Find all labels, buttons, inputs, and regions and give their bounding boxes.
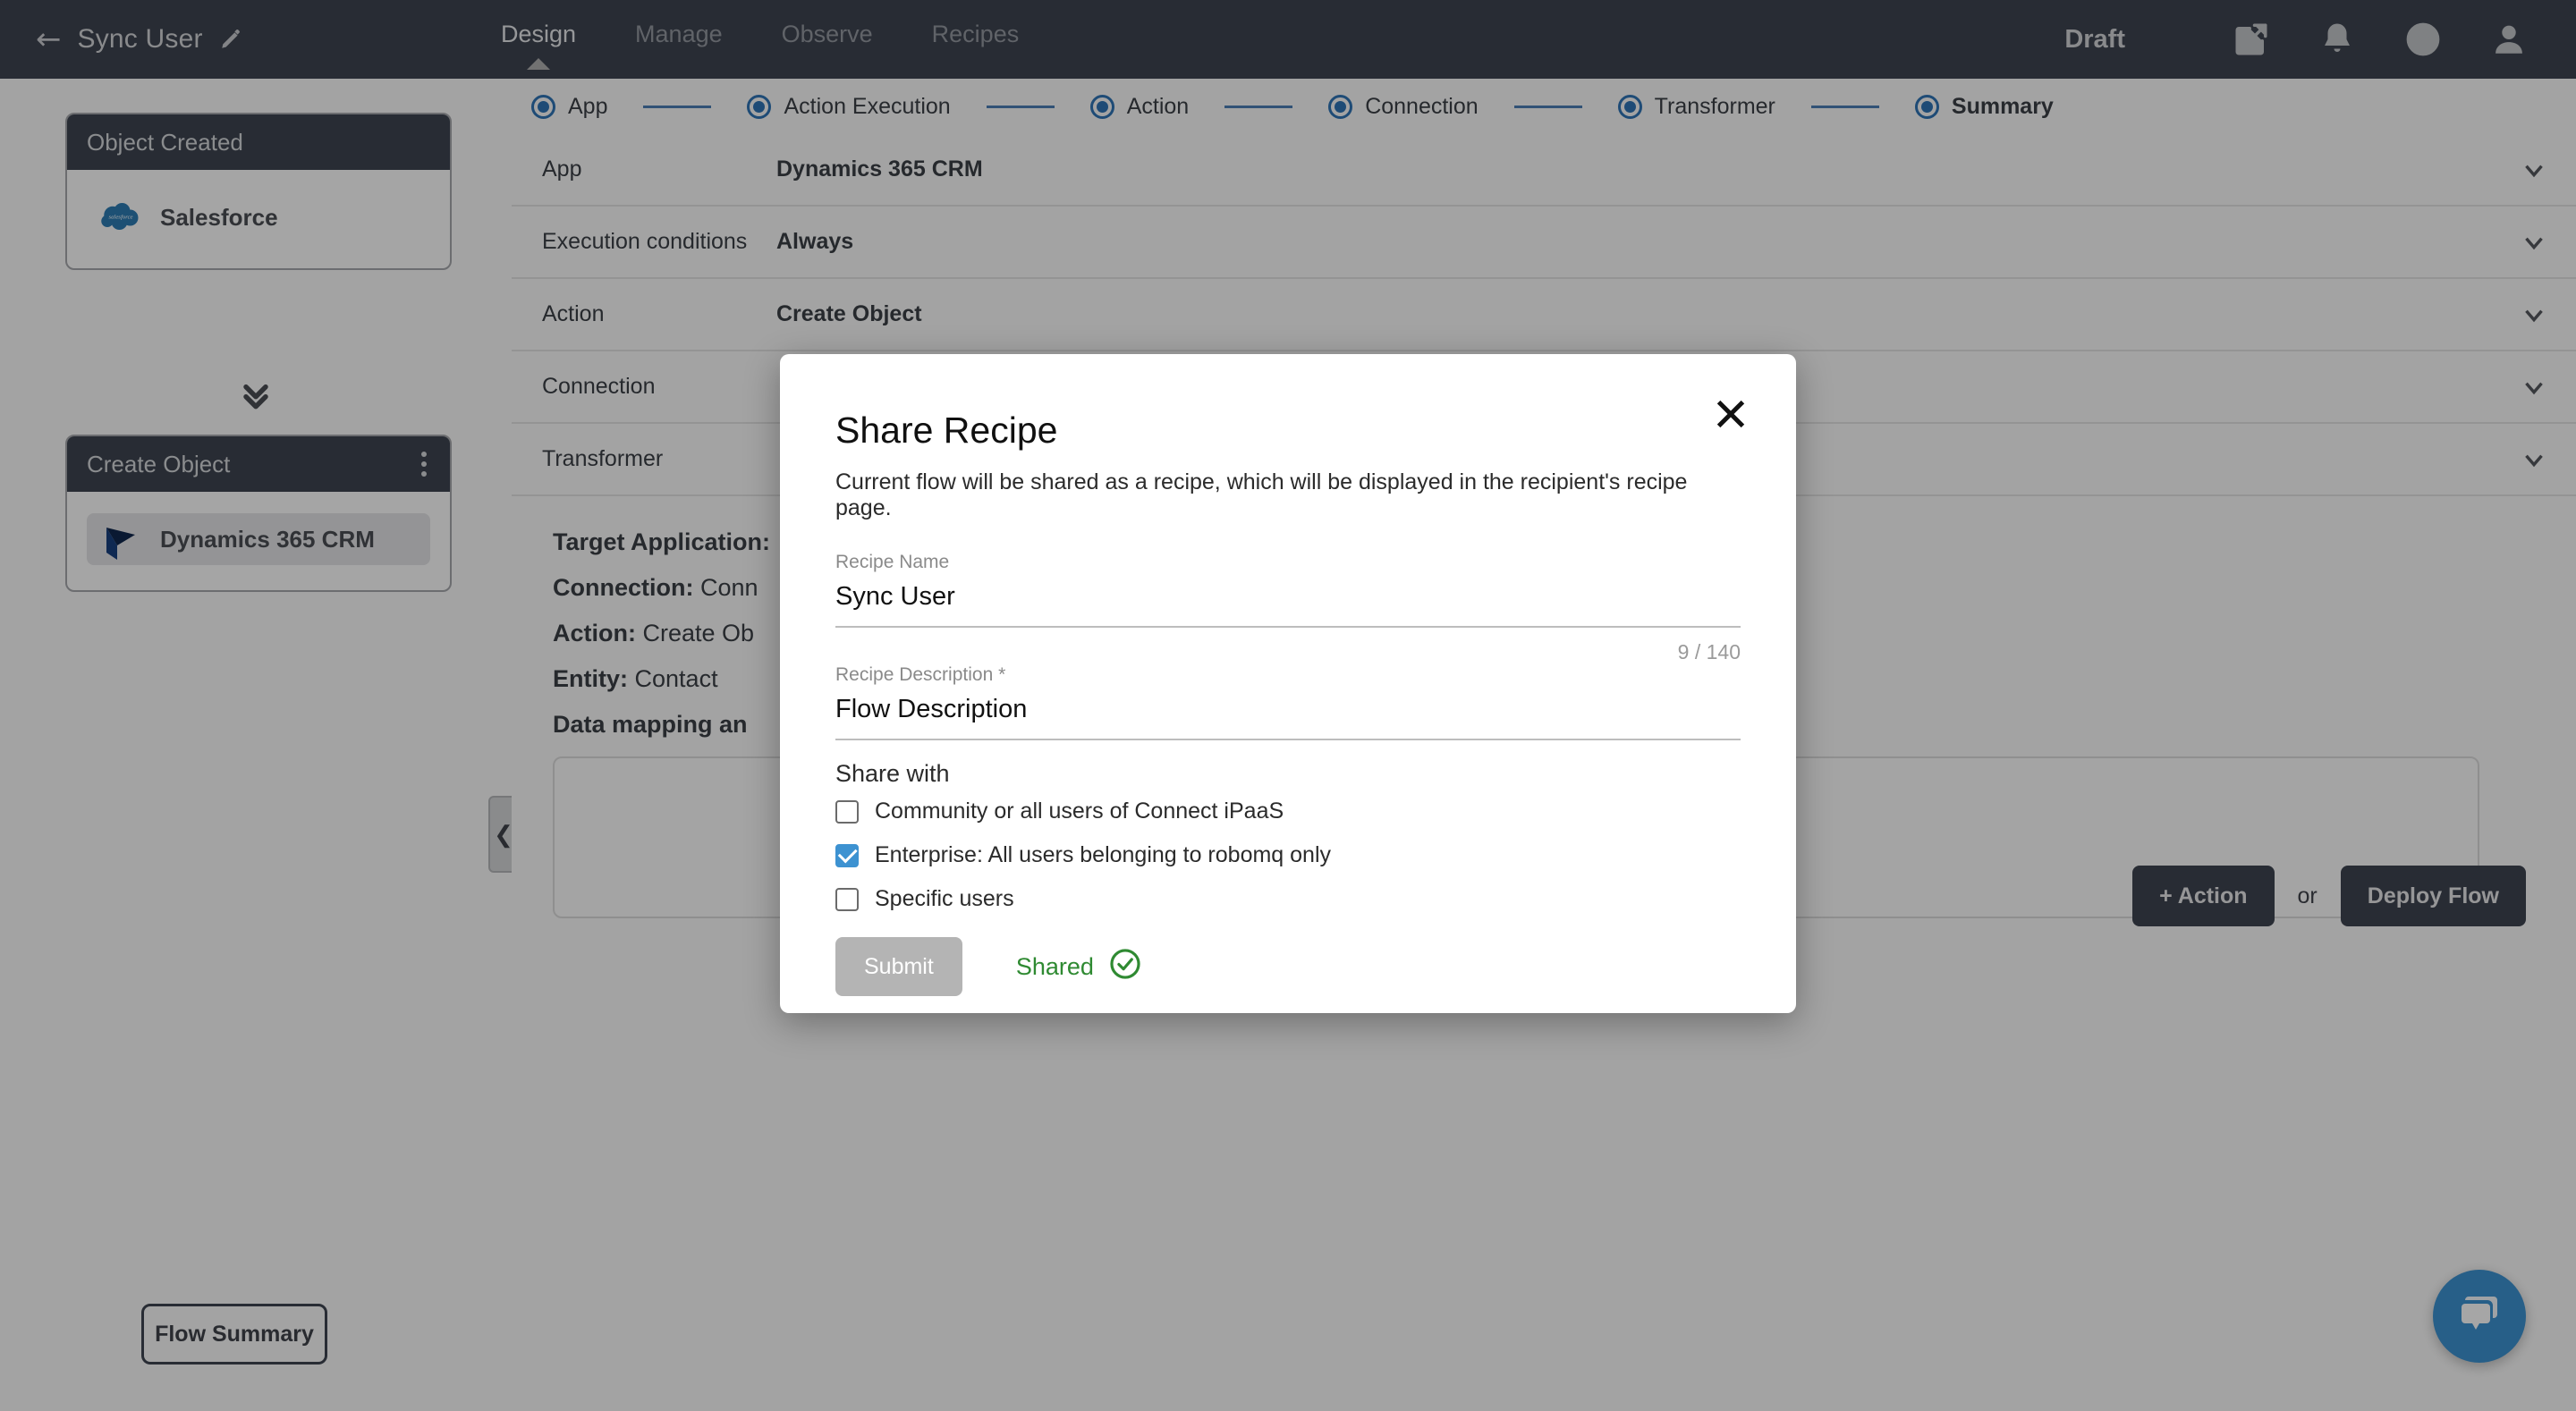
recipe-name-field: Recipe Name bbox=[835, 552, 1741, 628]
close-icon[interactable] bbox=[1710, 393, 1751, 435]
checkbox-icon-checked[interactable] bbox=[835, 843, 859, 867]
recipe-description-label: Recipe Description * bbox=[835, 664, 1006, 685]
modal-description: Current flow will be shared as a recipe,… bbox=[835, 469, 1688, 520]
share-status-label: Shared bbox=[1015, 952, 1094, 980]
recipe-name-input[interactable] bbox=[835, 580, 1741, 628]
checkbox-label: Enterprise: All users belonging to robom… bbox=[875, 842, 1332, 867]
checkbox-row-specific-users[interactable]: Specific users bbox=[835, 886, 1741, 912]
char-counter: 9 / 140 bbox=[1677, 640, 1741, 663]
recipe-description-field: Recipe Description * bbox=[835, 664, 1741, 740]
share-with-label: Share with bbox=[835, 760, 950, 787]
recipe-name-label: Recipe Name bbox=[835, 552, 950, 572]
app-root: Object Created salesforce Salesforce Cre… bbox=[0, 0, 2576, 1411]
checkbox-row-enterprise[interactable]: Enterprise: All users belonging to robom… bbox=[835, 842, 1741, 868]
checkbox-label: Specific users bbox=[875, 886, 1014, 911]
checkbox-icon[interactable] bbox=[835, 887, 859, 911]
share-status: Shared bbox=[1016, 947, 1142, 987]
checkbox-label: Community or all users of Connect iPaaS bbox=[875, 798, 1284, 824]
modal-title: Share Recipe bbox=[835, 410, 1058, 451]
checkbox-row-community[interactable]: Community or all users of Connect iPaaS bbox=[835, 798, 1741, 824]
recipe-description-input[interactable] bbox=[835, 693, 1741, 740]
check-circle-icon bbox=[1108, 947, 1142, 987]
modal-footer: Submit Shared bbox=[835, 937, 1741, 996]
checkbox-icon[interactable] bbox=[835, 799, 859, 824]
share-recipe-modal: Share Recipe Current flow will be shared… bbox=[780, 354, 1796, 1013]
submit-button[interactable]: Submit bbox=[835, 937, 962, 996]
